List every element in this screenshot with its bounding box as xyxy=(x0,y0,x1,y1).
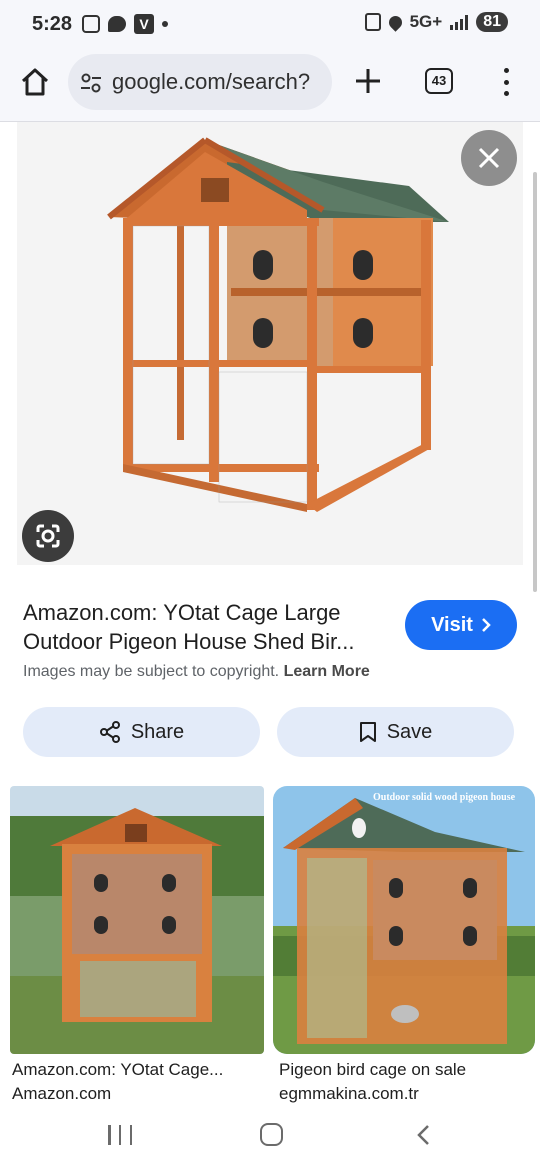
network-type: 5G+ xyxy=(409,12,443,31)
scrollbar[interactable] xyxy=(533,172,537,592)
status-notification-icons: V xyxy=(82,14,168,34)
back-icon[interactable] xyxy=(414,1123,434,1147)
save-label: Save xyxy=(386,720,433,743)
result-title-line-1: Amazon.com: YOtat Cage Large xyxy=(23,600,341,625)
related-image-2[interactable]: Outdoor solid wood pigeon house xyxy=(273,786,535,1054)
location-icon xyxy=(385,12,405,32)
v-app-icon: V xyxy=(134,14,154,34)
new-tab-icon[interactable] xyxy=(352,65,384,97)
copyright-text: Images may be subject to copyright. xyxy=(23,663,280,680)
bookmark-icon xyxy=(359,722,376,742)
card-2-overlay-text: Outdoor solid wood pigeon house xyxy=(373,792,516,803)
chevron-right-icon xyxy=(482,618,491,632)
google-lens-button[interactable] xyxy=(22,510,74,562)
nfc-icon xyxy=(364,13,381,31)
url-text: google.com/search? xyxy=(112,69,311,94)
visit-button[interactable]: Visit xyxy=(405,600,517,650)
close-icon xyxy=(478,147,500,169)
tab-switcher-button[interactable]: 43 xyxy=(425,68,453,94)
chat-icon xyxy=(108,16,126,32)
site-settings-icon[interactable] xyxy=(80,72,102,94)
home-nav-icon[interactable] xyxy=(260,1123,283,1146)
share-label: Share xyxy=(130,720,185,743)
screenshot-icon xyxy=(82,15,100,33)
related-1-source: Amazon.com xyxy=(12,1084,112,1103)
share-icon xyxy=(99,721,120,743)
more-notifications-icon xyxy=(162,21,168,27)
pigeon-cage-garden-photo xyxy=(10,786,264,1054)
related-2-source: egmmakina.com.tr xyxy=(279,1084,419,1103)
close-button[interactable] xyxy=(461,130,517,186)
result-title-line-2: Outdoor Pigeon House Shed Bir... xyxy=(23,629,355,654)
copyright-notice: Images may be subject to copyright. Lear… xyxy=(23,663,370,681)
status-time: 5:28 xyxy=(32,13,73,35)
recents-icon[interactable] xyxy=(108,1125,132,1145)
learn-more-link[interactable]: Learn More xyxy=(284,663,370,680)
status-bar: 5:28 V 5G+ 81 xyxy=(0,0,540,50)
url-bar[interactable]: google.com/search? xyxy=(68,54,332,110)
battery-badge: 81 xyxy=(476,12,508,32)
share-button[interactable]: Share xyxy=(23,707,260,757)
related-2-title[interactable]: Pigeon bird cage on sale xyxy=(279,1060,466,1080)
browser-toolbar: google.com/search? 43 xyxy=(0,50,540,122)
main-result-image[interactable] xyxy=(17,122,523,565)
lens-icon xyxy=(36,524,60,548)
related-1-title[interactable]: Amazon.com: YOtat Cage... xyxy=(12,1060,223,1080)
pigeon-cage-illustration xyxy=(107,137,449,512)
visit-label: Visit xyxy=(431,613,473,636)
system-nav-bar xyxy=(0,1110,540,1170)
home-icon[interactable] xyxy=(18,65,52,99)
result-title[interactable]: Amazon.com: YOtat Cage Large Outdoor Pig… xyxy=(23,598,393,656)
related-image-1[interactable] xyxy=(10,786,264,1054)
more-menu-icon[interactable] xyxy=(500,66,512,98)
signal-icon xyxy=(450,14,469,30)
save-button[interactable]: Save xyxy=(277,707,514,757)
pigeon-cage-field-photo: Outdoor solid wood pigeon house xyxy=(273,786,535,1054)
status-system-icons: 5G+ 81 xyxy=(364,12,508,32)
